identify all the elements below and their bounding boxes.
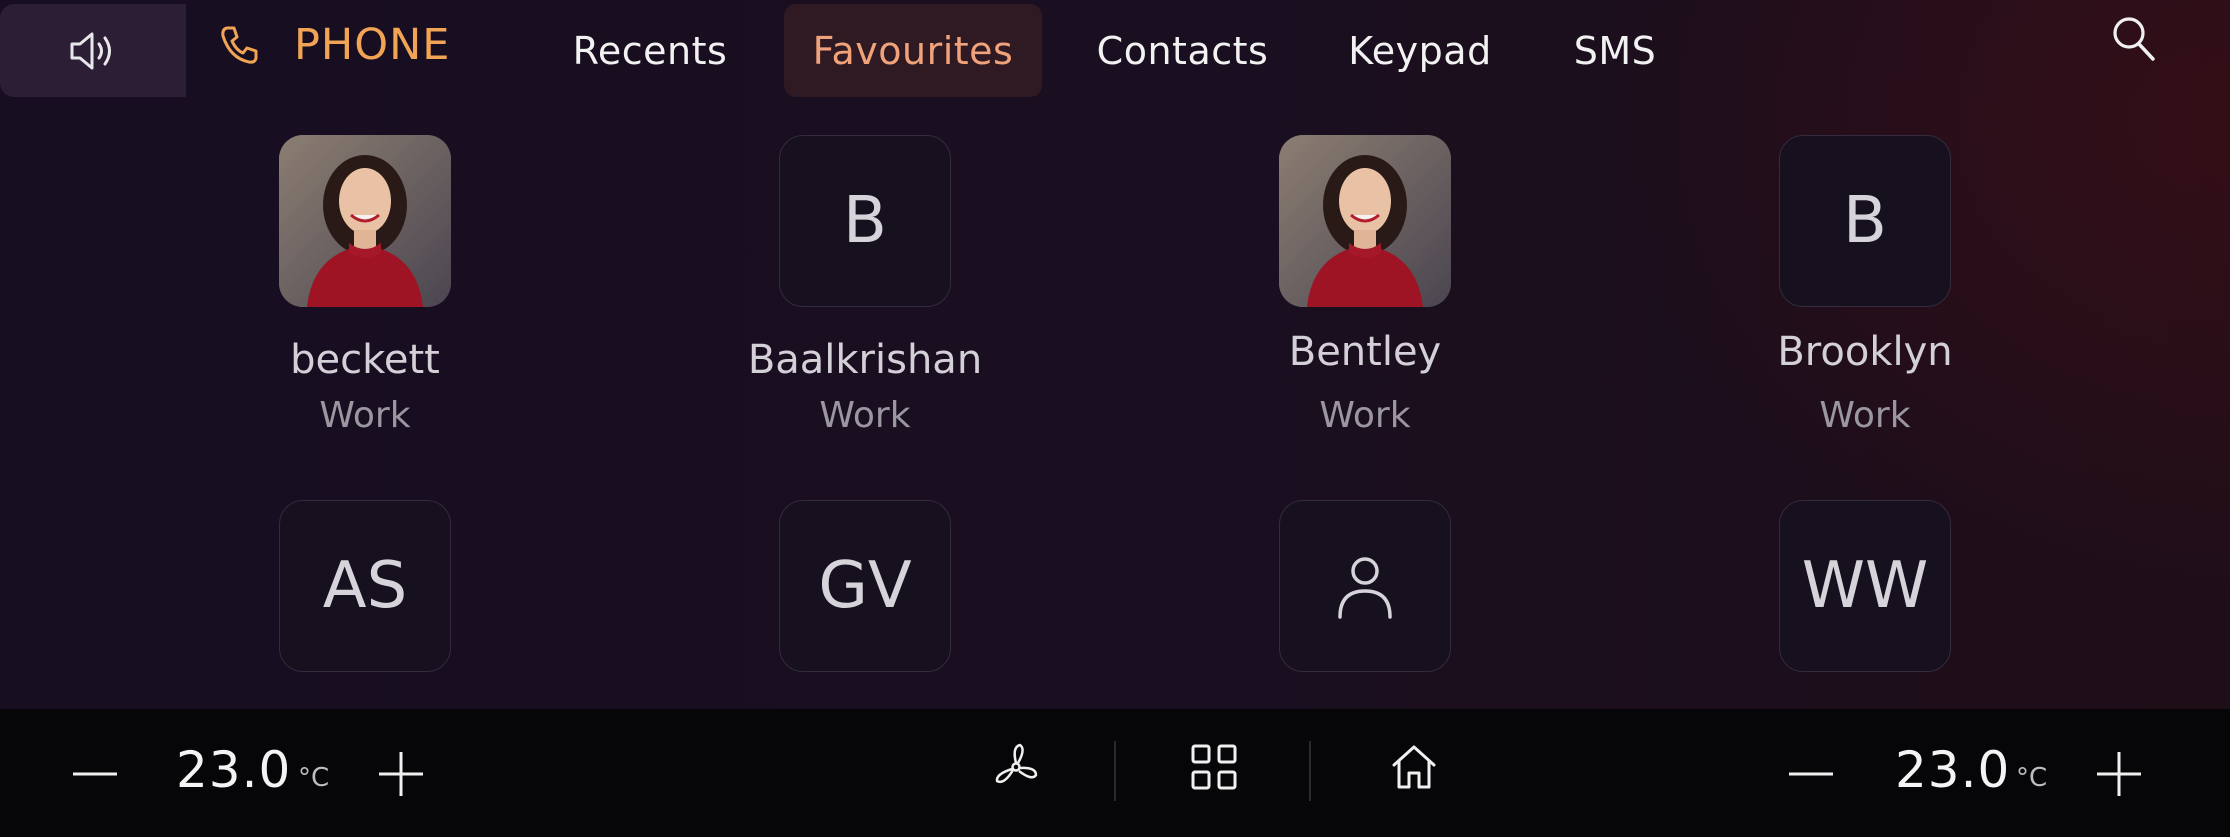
favourite-card[interactable]: Bentley Work <box>1279 135 1451 436</box>
plus-icon[interactable] <box>2094 749 2144 799</box>
favourite-card[interactable]: B Baalkrishan Work <box>748 135 982 436</box>
minus-icon[interactable] <box>70 749 120 799</box>
apps-button[interactable] <box>1186 739 1242 795</box>
favourite-card[interactable]: GV <box>779 500 951 672</box>
divider <box>1114 741 1116 801</box>
contact-name: Bentley <box>1288 329 1442 375</box>
avatar-initials: AS <box>322 549 408 623</box>
right-temperature-unit: °C <box>2016 763 2048 793</box>
home-button[interactable] <box>1386 739 1442 795</box>
contact-photo <box>279 135 451 307</box>
tab-keypad[interactable]: Keypad <box>1330 4 1510 97</box>
climate-bar: 23.0 °C 23.0 °C <box>0 709 2230 837</box>
contact-type: Work <box>1319 395 1411 436</box>
speaker-button[interactable] <box>0 4 186 97</box>
right-temperature: 23.0 <box>1895 741 2011 799</box>
contact-type: Work <box>319 395 411 436</box>
contact-avatar: GV <box>779 500 951 672</box>
avatar-photo-icon <box>1279 135 1451 307</box>
contact-avatar: B <box>779 135 951 307</box>
favourite-card[interactable]: beckett Work <box>279 135 451 436</box>
phone-icon <box>221 26 258 64</box>
contact-avatar: WW <box>1779 500 1951 672</box>
apps-grid-icon <box>1191 744 1237 790</box>
contact-avatar: AS <box>279 500 451 672</box>
home-icon <box>1392 745 1436 789</box>
avatar-initials: GV <box>818 549 912 623</box>
avatar-initials: WW <box>1801 549 1929 623</box>
contact-type: Work <box>1819 395 1911 436</box>
contact-name: beckett <box>290 337 440 383</box>
contact-avatar <box>1279 500 1451 672</box>
contact-photo <box>1279 135 1451 307</box>
app-title-label: PHONE <box>294 20 451 70</box>
person-icon <box>1338 557 1392 619</box>
tab-favourites[interactable]: Favourites <box>784 4 1042 97</box>
minus-icon[interactable] <box>1786 749 1836 799</box>
tab-sms[interactable]: SMS <box>1555 4 1675 97</box>
favourite-card[interactable]: B Brooklyn Work <box>1777 135 1953 436</box>
favourite-card[interactable]: WW <box>1779 500 1951 672</box>
phone-app: PHONE Recents Favourites Contacts Keypad… <box>0 0 2230 709</box>
app-title: PHONE <box>218 12 450 78</box>
avatar-photo-icon <box>279 135 451 307</box>
fan-icon <box>995 743 1038 784</box>
contact-name: Brooklyn <box>1777 329 1953 375</box>
contact-type: Work <box>819 395 911 436</box>
avatar-initials: B <box>1843 184 1887 258</box>
speaker-icon <box>70 32 111 69</box>
left-temperature-unit: °C <box>298 763 330 793</box>
search-icon[interactable] <box>2110 14 2158 64</box>
favourite-card[interactable]: AS <box>279 500 451 672</box>
tab-contacts[interactable]: Contacts <box>1080 4 1285 97</box>
divider <box>1309 741 1311 801</box>
plus-icon[interactable] <box>376 749 426 799</box>
contact-name: Baalkrishan <box>747 337 983 383</box>
avatar-initials: B <box>843 184 887 258</box>
left-temperature: 23.0 <box>176 741 292 799</box>
favourite-card[interactable] <box>1279 500 1451 672</box>
contact-avatar: B <box>1779 135 1951 307</box>
tab-recents[interactable]: Recents <box>560 4 740 97</box>
fan-button[interactable] <box>988 739 1044 795</box>
